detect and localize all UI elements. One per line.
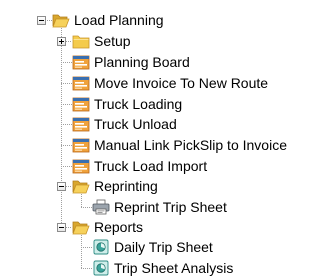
load-planning-tree: Load Planning Setup Planning Board Move … xyxy=(0,0,321,277)
tree-node-truck-load-import[interactable]: Truck Load Import xyxy=(72,156,207,176)
tree-node-label: Reprinting xyxy=(94,178,158,194)
form-icon xyxy=(72,75,90,91)
collapse-toggle-load-planning[interactable] xyxy=(37,16,46,25)
folder-closed-icon xyxy=(72,33,90,49)
folder-open-icon xyxy=(72,178,90,194)
tree-node-label: Daily Trip Sheet xyxy=(114,239,213,255)
printer-icon xyxy=(92,199,110,215)
tree-node-truck-loading[interactable]: Truck Loading xyxy=(72,94,182,114)
tree-node-label: Planning Board xyxy=(94,54,190,70)
form-icon xyxy=(72,137,90,153)
collapse-toggle-reports[interactable] xyxy=(57,223,66,232)
report-icon xyxy=(92,260,110,276)
tree-node-trip-sheet-analysis[interactable]: Trip Sheet Analysis xyxy=(92,258,233,278)
form-icon xyxy=(72,54,90,70)
tree-node-manual-link-pickslip-to-invoice[interactable]: Manual Link PickSlip to Invoice xyxy=(72,135,287,155)
tree-node-label: Truck Load Import xyxy=(94,158,208,174)
tree-node-move-invoice-to-new-route[interactable]: Move Invoice To New Route xyxy=(72,73,268,93)
tree-node-reprinting[interactable]: Reprinting xyxy=(72,176,158,196)
tree-node-reports[interactable]: Reports xyxy=(72,217,143,237)
tree-node-planning-board[interactable]: Planning Board xyxy=(72,52,190,72)
report-icon xyxy=(92,239,110,255)
collapse-toggle-reprinting[interactable] xyxy=(57,182,66,191)
tree-node-daily-trip-sheet[interactable]: Daily Trip Sheet xyxy=(92,237,213,257)
tree-node-truck-unload[interactable]: Truck Unload xyxy=(72,114,177,134)
tree-node-label: Trip Sheet Analysis xyxy=(114,260,234,276)
tree-node-label: Truck Loading xyxy=(94,96,183,112)
form-icon xyxy=(72,158,90,174)
tree-node-label: Setup xyxy=(94,33,131,49)
tree-node-load-planning[interactable]: Load Planning xyxy=(52,10,164,30)
tree-node-label: Truck Unload xyxy=(94,116,177,132)
tree-node-label: Reprint Trip Sheet xyxy=(114,199,227,215)
tree-node-reprint-trip-sheet[interactable]: Reprint Trip Sheet xyxy=(92,197,227,217)
tree-node-setup[interactable]: Setup xyxy=(72,31,131,51)
expand-toggle-setup[interactable] xyxy=(57,37,66,46)
tree-node-label: Manual Link PickSlip to Invoice xyxy=(94,137,287,153)
folder-open-icon xyxy=(72,219,90,235)
form-icon xyxy=(72,96,90,112)
tree-node-label: Load Planning xyxy=(74,12,164,28)
tree-node-label: Reports xyxy=(94,219,144,235)
form-icon xyxy=(72,116,90,132)
tree-node-label: Move Invoice To New Route xyxy=(94,75,269,91)
folder-open-icon xyxy=(52,12,70,28)
